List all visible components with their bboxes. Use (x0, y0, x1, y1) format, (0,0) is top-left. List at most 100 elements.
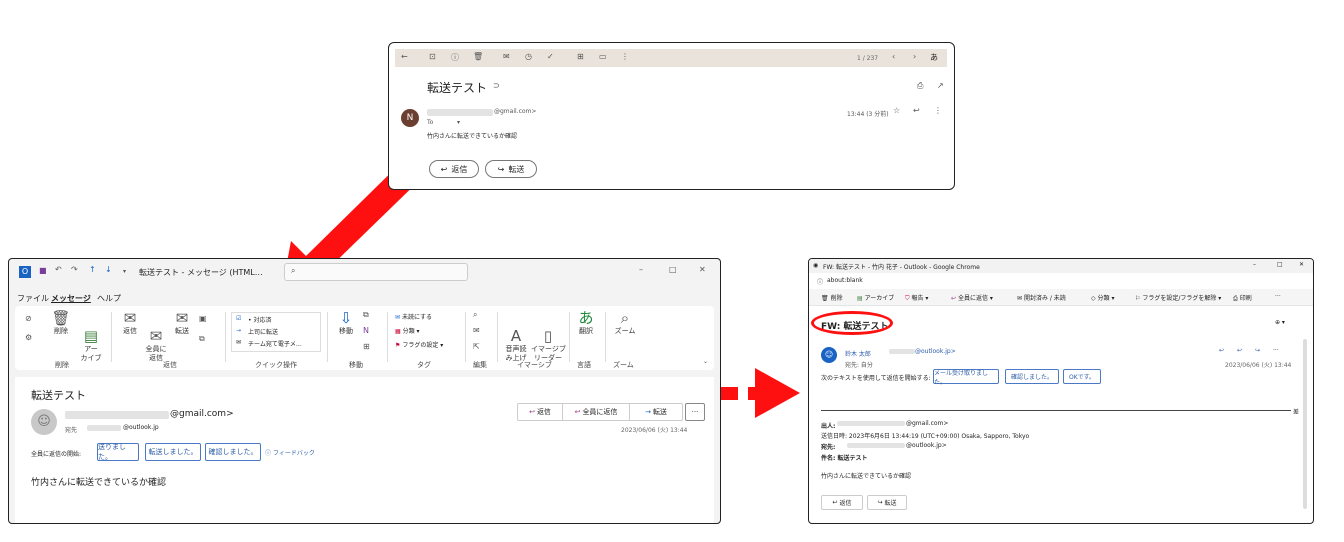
close-icon[interactable]: ✕ (699, 265, 706, 274)
owa-reply-all-icon[interactable]: ↩ (1237, 347, 1242, 354)
reply-action[interactable]: ↩ 返信 (518, 404, 563, 420)
owa-more-icon[interactable]: ··· (1273, 347, 1279, 354)
owa-forward-icon[interactable]: ↪ (1255, 347, 1260, 354)
suggestion-sent[interactable]: 送りました。 (97, 443, 139, 461)
owa-reply-icon[interactable]: ↩ (1219, 347, 1224, 354)
mark-unread-button[interactable]: ✉ 未読にする (395, 312, 432, 321)
more-respond-icon[interactable]: ⧉ (199, 334, 205, 344)
address-bar[interactable]: ⓘ about:blank (813, 275, 1305, 287)
snooze-icon[interactable]: ◷ (525, 52, 532, 61)
forward-action[interactable]: → 転送 (630, 404, 682, 420)
quick-step-done[interactable]: • 対応済 (248, 315, 271, 324)
outlook-to: @outlook.jp (123, 424, 159, 431)
owa-print[interactable]: ⎙ 印刷 (1233, 293, 1252, 303)
archive-box-icon: ▤ (83, 327, 99, 345)
zoom-button[interactable]: ⌕ ズーム (613, 310, 637, 336)
more-icon[interactable]: ⋮ (621, 52, 629, 61)
print-icon[interactable]: ⎙ (917, 81, 923, 91)
redo-icon[interactable]: ↷ (71, 265, 78, 274)
reply-button[interactable]: ✉ 返信 (119, 310, 141, 336)
move-to-icon[interactable]: ⊞ (577, 52, 584, 61)
owa-read-unread[interactable]: ✉ 開封済み / 未読 (1017, 293, 1066, 302)
outlook-date: 2023/06/06 (火) 13:44 (621, 427, 688, 434)
search-box[interactable]: ⌕ (284, 263, 468, 281)
back-arrow-icon[interactable]: ← (401, 52, 408, 61)
down-arrow-icon[interactable]: ↓ (105, 265, 112, 274)
owa-delete[interactable]: 🗑 削除 (821, 293, 843, 302)
owa-forward-button[interactable]: ↪ 転送 (867, 495, 907, 510)
undo-icon[interactable]: ↶ (55, 265, 62, 274)
select-icon[interactable]: ⇱ (473, 342, 480, 351)
spam-icon[interactable]: ⓘ (451, 52, 459, 63)
mark-unread-icon[interactable]: ✉ (503, 52, 510, 61)
outlook-logo-icon: O (19, 266, 31, 278)
label-icon[interactable]: ▭ (599, 52, 607, 61)
related-icon[interactable]: ✉ (473, 326, 480, 335)
group-label-language: 言語 (577, 361, 591, 369)
chrome-window: ◉ FW: 転送テスト - 竹内 花子 - Outlook - Google C… (808, 258, 1314, 524)
owa-more[interactable]: ··· (1275, 293, 1281, 300)
owa-categorize[interactable]: ◇ 分類 ▾ (1091, 293, 1114, 302)
categorize-button[interactable]: ▦ 分類 ▾ (395, 326, 420, 335)
feedback-link[interactable]: ⓘ フィードバック (265, 448, 315, 457)
actions-icon[interactable]: ⊞ (363, 342, 370, 351)
chrome-close-icon[interactable]: ✕ (1299, 261, 1304, 268)
ribbon-collapse-icon[interactable]: ⌄ (703, 358, 708, 365)
translate-button[interactable]: あ翻訳 (575, 310, 597, 336)
quick-step-team-email[interactable]: チーム宛て電子メ… (248, 339, 302, 348)
flag-button[interactable]: ⚑ フラグの設定 ▾ (395, 340, 443, 349)
owa-reply-button[interactable]: ↩ 返信 (821, 495, 863, 510)
owa-reply-all[interactable]: ↩ 全員に返信 ▾ (951, 293, 993, 302)
to-expand-icon[interactable]: ▾ (457, 119, 460, 126)
next-icon[interactable]: › (913, 52, 916, 61)
rules-icon[interactable]: ⚙ (25, 333, 32, 342)
menu-help[interactable]: ヘルプ (97, 293, 121, 304)
owa-suggestion-ok[interactable]: OKです。 (1063, 369, 1101, 384)
sender-email: @outlook.jp> (915, 348, 956, 355)
up-arrow-icon[interactable]: ↑ (89, 265, 96, 274)
gmail-reply-button[interactable]: ↩ 返信 (429, 160, 479, 178)
more-vert-icon[interactable]: ⋮ (934, 106, 942, 115)
suggestion-forwarded[interactable]: 転送しました。 (145, 443, 201, 461)
meeting-icon[interactable]: ▣ (199, 314, 207, 323)
find-icon[interactable]: ⌕ (473, 310, 477, 320)
save-icon[interactable]: ■ (39, 266, 47, 275)
owa-report[interactable]: ⛉ 報告 ▾ (905, 293, 928, 303)
owa-flag[interactable]: ⚐ フラグを設定/フラグを解除 ▾ (1135, 293, 1221, 302)
important-icon[interactable]: ⊃ (493, 81, 500, 90)
archive-icon[interactable]: ⊡ (429, 52, 436, 61)
owa-suggestion-received[interactable]: メール受け取りました。 (933, 369, 999, 386)
input-lang-button[interactable]: あ (930, 52, 938, 63)
ignore-icon[interactable]: ⊘ (25, 314, 32, 323)
sender-name[interactable]: 鈴木 太郎 (845, 349, 871, 358)
chrome-maximize-icon[interactable]: □ (1277, 261, 1283, 268)
trash-icon[interactable]: 🗑 (473, 52, 483, 61)
delete-button[interactable]: 🗑 削除 (51, 310, 71, 336)
star-icon[interactable]: ☆ (893, 106, 900, 115)
forward-button[interactable]: ✉ 転送 (171, 310, 193, 336)
owa-suggestion-confirmed[interactable]: 確認しました。 (1005, 369, 1059, 384)
chrome-minimize-icon[interactable]: – (1253, 261, 1256, 268)
zoom-icon[interactable]: ⊕ ▾ (1275, 319, 1285, 326)
gmail-forward-button[interactable]: ↪ 転送 (485, 160, 537, 178)
rules-move-icon[interactable]: ⧉ (363, 310, 369, 320)
archive-button[interactable]: ▤ アー カイブ (79, 310, 103, 372)
more-actions-button[interactable]: ··· (685, 403, 705, 421)
reply-icon[interactable]: ↩ (913, 106, 920, 115)
prev-icon[interactable]: ‹ (892, 52, 895, 61)
menu-message[interactable]: メッセージ (51, 293, 91, 304)
reply-all-action[interactable]: ↩ 全員に返信 (563, 404, 630, 420)
minimize-icon[interactable]: – (639, 265, 643, 274)
quick-step-forward-boss[interactable]: 上司に転送 (248, 327, 278, 336)
move-button[interactable]: ⇩ 移動 (335, 310, 357, 336)
add-task-icon[interactable]: ✓ (547, 52, 554, 61)
open-new-window-icon[interactable]: ↗ (937, 81, 944, 90)
maximize-icon[interactable]: □ (669, 265, 677, 274)
group-label-editing: 編集 (473, 361, 487, 369)
suggestion-confirmed[interactable]: 確認しました。 (205, 443, 261, 461)
menu-file[interactable]: ファイル (17, 293, 49, 304)
owa-scrollbar[interactable] (1303, 339, 1307, 509)
onenote-icon[interactable]: N (363, 326, 369, 335)
owa-archive[interactable]: ▤ アーカイブ (857, 293, 894, 302)
qat-dropdown-icon[interactable]: ▾ (123, 268, 126, 275)
